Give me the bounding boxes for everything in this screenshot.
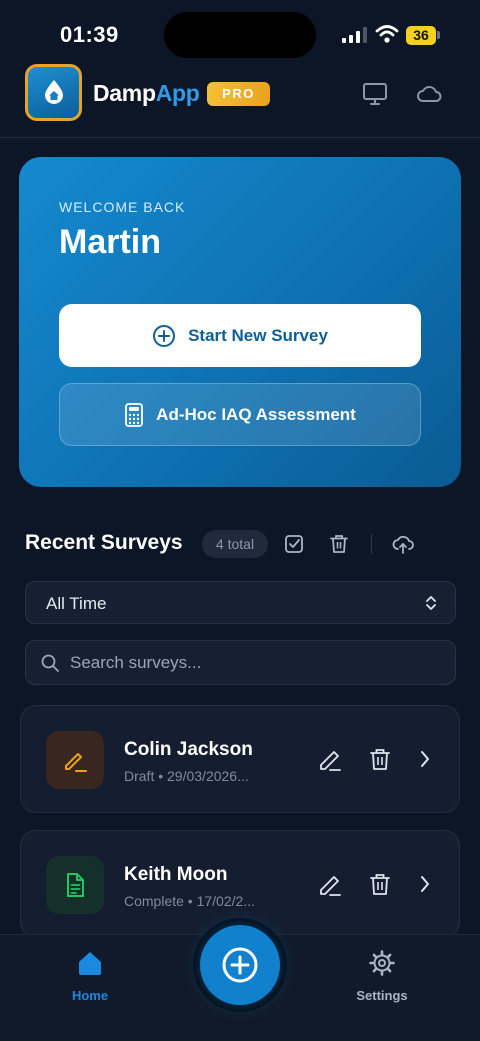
welcome-label: WELCOME BACK — [59, 199, 186, 215]
recent-surveys-title: Recent Surveys — [25, 531, 183, 554]
search-box — [25, 640, 456, 685]
brand-part-app: App — [155, 80, 200, 106]
survey-status-tile — [46, 731, 104, 789]
start-new-survey-label: Start New Survey — [188, 325, 328, 345]
app-logo — [25, 64, 82, 121]
survey-status-tile — [46, 856, 104, 914]
search-icon — [41, 654, 59, 672]
time-filter-value: All Time — [46, 594, 107, 613]
toolbar-divider — [371, 534, 372, 554]
edit-icon[interactable] — [317, 746, 343, 772]
chevron-right-icon[interactable] — [413, 746, 439, 772]
gear-icon — [369, 950, 395, 976]
battery-icon: 36 — [406, 26, 436, 45]
plus-circle-icon — [153, 324, 176, 347]
pro-badge: PRO — [207, 82, 270, 106]
welcome-card: WELCOME BACK Martin Start New Survey Ad-… — [19, 157, 461, 487]
start-new-survey-button[interactable]: Start New Survey — [59, 304, 421, 367]
user-name: Martin — [59, 223, 161, 261]
survey-card[interactable]: Colin Jackson Draft • 29/03/2026... — [20, 705, 460, 813]
droplet-icon — [45, 80, 63, 104]
document-icon — [67, 873, 84, 897]
pencil-icon — [65, 753, 87, 772]
status-time: 01:39 — [60, 22, 119, 47]
nav-home[interactable]: Home — [45, 949, 135, 1003]
camera-notch — [164, 12, 316, 58]
trash-icon[interactable] — [328, 533, 350, 555]
battery-tip — [437, 31, 440, 39]
edit-icon[interactable] — [317, 871, 343, 897]
desktop-icon[interactable] — [362, 81, 388, 107]
new-survey-fab[interactable] — [200, 925, 280, 1005]
chevron-right-icon[interactable] — [413, 871, 439, 897]
status-bar: 01:39 36 — [0, 0, 480, 64]
adhoc-iaq-button[interactable]: Ad-Hoc IAQ Assessment — [59, 383, 421, 446]
chevron-up-down-icon — [426, 596, 436, 610]
calculator-icon — [125, 402, 144, 427]
survey-meta: Complete • 17/02/2... — [124, 893, 255, 909]
cloud-icon[interactable] — [416, 81, 442, 107]
home-icon — [79, 952, 101, 975]
adhoc-iaq-label: Ad-Hoc IAQ Assessment — [156, 404, 356, 424]
select-all-icon[interactable] — [283, 533, 305, 555]
survey-client-name: Colin Jackson — [124, 739, 253, 760]
nav-settings-label: Settings — [356, 988, 408, 1003]
survey-client-name: Keith Moon — [124, 864, 228, 885]
app-header: DampApp PRO — [0, 64, 480, 138]
plus-circle-icon — [222, 947, 258, 983]
cloud-upload-icon[interactable] — [392, 533, 414, 555]
nav-home-label: Home — [71, 988, 109, 1003]
wifi-icon — [375, 25, 399, 43]
search-input[interactable] — [70, 641, 440, 684]
time-filter-select[interactable]: All Time — [25, 581, 456, 624]
brand-name: DampApp — [93, 80, 200, 107]
signal-icon — [342, 27, 367, 43]
survey-meta: Draft • 29/03/2026... — [124, 768, 249, 784]
nav-settings[interactable]: Settings — [337, 949, 427, 1003]
survey-count-badge: 4 total — [202, 530, 268, 558]
delete-icon[interactable] — [367, 746, 393, 772]
delete-icon[interactable] — [367, 871, 393, 897]
brand-part-damp: Damp — [93, 80, 156, 106]
